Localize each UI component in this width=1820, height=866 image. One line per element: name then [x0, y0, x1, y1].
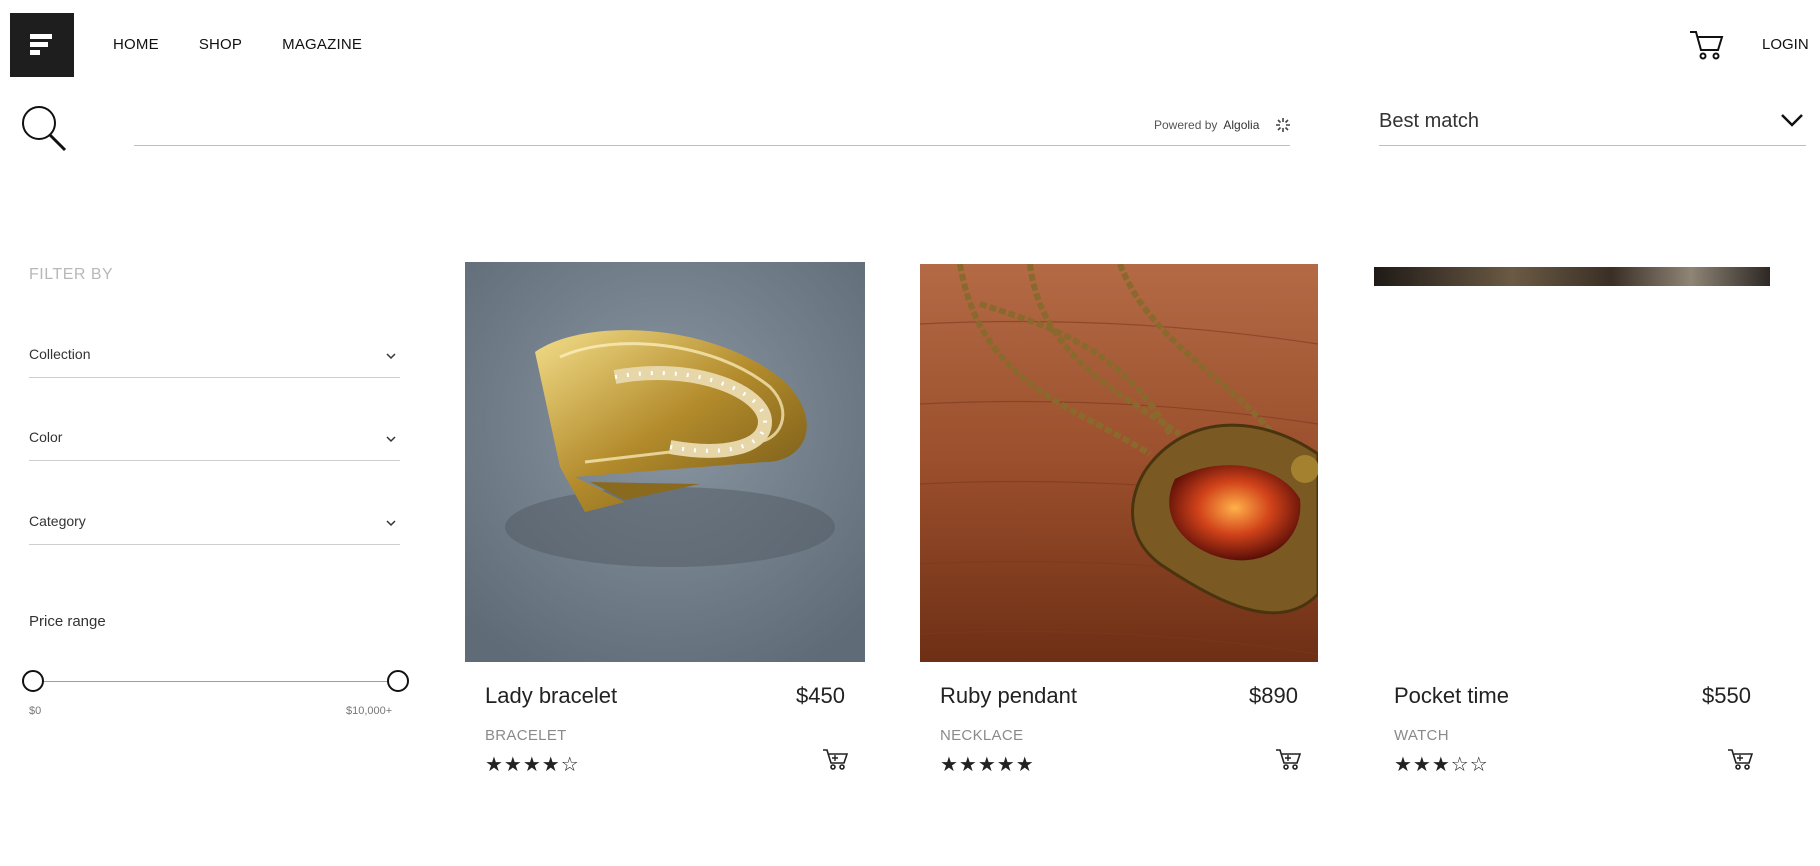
cart-button[interactable]: [1688, 28, 1724, 62]
filter-label: Collection: [29, 346, 91, 362]
menu-icon: [30, 34, 52, 55]
algolia-logo-icon: [1276, 118, 1291, 132]
product-category: WATCH: [1394, 727, 1449, 744]
add-to-cart-icon[interactable]: [822, 747, 848, 771]
add-to-cart-icon[interactable]: [1727, 747, 1753, 771]
product-rating-stars: ★★★★☆: [485, 754, 580, 776]
chevron-down-icon: [1781, 114, 1803, 127]
algolia-brand: Algolia: [1223, 118, 1260, 132]
nav-magazine[interactable]: MAGAZINE: [282, 36, 362, 53]
filter-by-title: FILTER BY: [29, 266, 114, 283]
product-price: $890: [1249, 683, 1298, 708]
nav-home[interactable]: HOME: [113, 36, 159, 53]
product-category: NECKLACE: [940, 727, 1024, 744]
filter-collection[interactable]: Collection: [29, 338, 400, 378]
powered-by-label: Powered by: [1154, 118, 1218, 132]
filter-label: Category: [29, 513, 86, 529]
price-slider-min-handle[interactable]: [22, 670, 44, 692]
pendant-image: [920, 264, 1318, 662]
price-slider-track[interactable]: [33, 681, 399, 682]
price-min-label: $0: [29, 705, 42, 717]
product-rating-stars: ★★★★★: [940, 754, 1035, 776]
product-name[interactable]: Pocket time: [1394, 683, 1509, 709]
product-image[interactable]: [1374, 267, 1770, 286]
nav-shop[interactable]: SHOP: [199, 36, 242, 53]
login-link[interactable]: LOGIN: [1762, 36, 1809, 53]
product-category: BRACELET: [485, 727, 567, 744]
sort-dropdown[interactable]: Best match: [1379, 104, 1806, 146]
filter-color[interactable]: Color: [29, 421, 400, 461]
main-nav: HOME SHOP MAGAZINE: [113, 36, 362, 53]
search-icon: [22, 106, 67, 152]
bracelet-image: [465, 262, 865, 662]
price-max-label: $10,000+: [346, 705, 393, 717]
price-range-title: Price range: [29, 613, 106, 630]
shopping-cart-icon: [1690, 31, 1724, 60]
product-price: $550: [1702, 683, 1751, 708]
filter-category[interactable]: Category: [29, 505, 400, 545]
add-to-cart-icon[interactable]: [1275, 747, 1301, 771]
product-name[interactable]: Lady bracelet: [485, 683, 617, 709]
product-image[interactable]: [465, 262, 865, 662]
price-slider-max-handle[interactable]: [387, 670, 409, 692]
watch-image-partial: [1374, 267, 1770, 286]
chevron-down-icon: [386, 353, 396, 360]
product-image[interactable]: [920, 264, 1318, 662]
powered-by-algolia[interactable]: Powered by Algolia: [1154, 117, 1291, 133]
product-rating-stars: ★★★☆☆: [1394, 754, 1489, 776]
filter-label: Color: [29, 429, 63, 445]
search-input[interactable]: [134, 104, 1290, 146]
chevron-down-icon: [386, 520, 396, 527]
sort-selected-value: Best match: [1379, 110, 1480, 132]
menu-button[interactable]: [10, 13, 74, 77]
chevron-down-icon: [386, 436, 396, 443]
product-name[interactable]: Ruby pendant: [940, 683, 1077, 709]
product-price: $450: [796, 683, 845, 708]
